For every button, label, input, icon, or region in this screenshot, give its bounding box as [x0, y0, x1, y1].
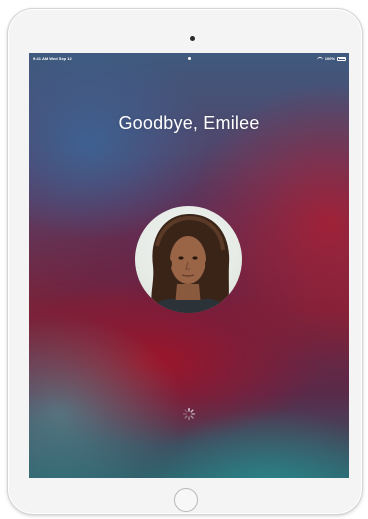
user-avatar: [135, 206, 242, 313]
user-photo-icon: [149, 214, 230, 313]
battery-icon: [337, 56, 346, 61]
status-time-date: 9:41 AM Wed Sep 12: [33, 56, 72, 61]
spinner-icon: [182, 407, 196, 421]
status-right-group: 100%: [316, 56, 346, 61]
wifi-icon: [316, 56, 323, 61]
battery-percent: 100%: [324, 56, 335, 61]
front-camera: [189, 36, 195, 41]
status-center-dot: [188, 57, 191, 60]
lock-screen: 9:41 AM Wed Sep 12 100% Goodbye, Emilee: [29, 53, 349, 478]
home-button[interactable]: [174, 488, 198, 512]
goodbye-greeting: Goodbye, Emilee: [118, 113, 260, 133]
status-bar: 9:41 AM Wed Sep 12 100%: [29, 53, 349, 65]
